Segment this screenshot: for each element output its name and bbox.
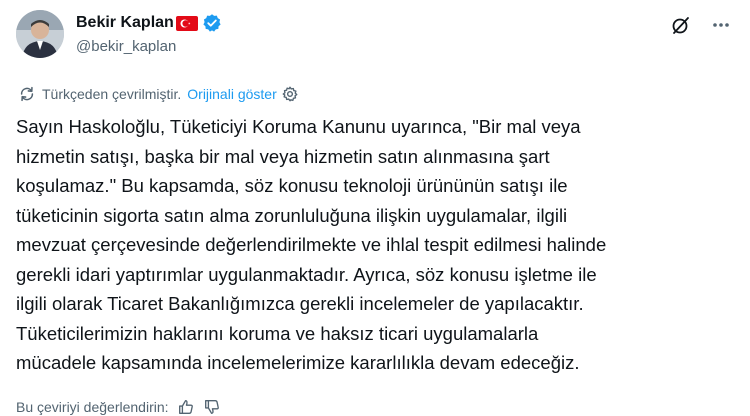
turkey-flag-icon bbox=[175, 15, 198, 31]
avatar[interactable] bbox=[16, 10, 64, 58]
avatar-image bbox=[16, 10, 64, 58]
thumbs-up-icon[interactable] bbox=[177, 398, 195, 416]
user-name[interactable]: Bekir Kaplan bbox=[76, 14, 174, 32]
translate-icon bbox=[18, 85, 36, 103]
tweet-line: gerekli idari yaptırımlar uygulanmaktadı… bbox=[16, 263, 597, 285]
tweet-text: Sayın Haskoloğlu, Tüketiciyi Koruma Kanu… bbox=[16, 112, 734, 378]
rate-translation-label: Bu çeviriyi değerlendirin: bbox=[16, 399, 169, 415]
verified-badge-icon[interactable] bbox=[202, 13, 222, 33]
thumbs-down-icon[interactable] bbox=[203, 398, 221, 416]
grok-icon[interactable] bbox=[670, 14, 692, 36]
tweet-line: koşulamaz." Bu kapsamda, söz konusu tekn… bbox=[16, 175, 568, 196]
tweet-line: mevzuat çerçevesinde değerlendirilmekte … bbox=[16, 234, 607, 255]
tweet-line: tüketicinin sigorta satın alma zorunlulu… bbox=[16, 204, 568, 226]
gear-icon[interactable] bbox=[281, 85, 299, 103]
tweet-line: Tüketicilerimizin haklarını koruma ve ha… bbox=[16, 322, 539, 344]
translation-bar: Türkçeden çevrilmiştir. Orijinali göster bbox=[18, 85, 299, 103]
tweet-line: hizmetin satışı, başka bir mal veya hizm… bbox=[16, 145, 550, 167]
tweet-line: Sayın Haskoloğlu, Tüketiciyi Koruma Kanu… bbox=[16, 116, 581, 137]
tweet-line: mücadele kapsamında incelemelerimize kar… bbox=[16, 352, 580, 373]
user-handle[interactable]: @bekir_kaplan bbox=[76, 38, 176, 55]
more-icon[interactable] bbox=[710, 14, 732, 36]
top-actions bbox=[670, 14, 732, 36]
show-original-link[interactable]: Orijinali göster bbox=[187, 86, 276, 102]
translation-label: Türkçeden çevrilmiştir. bbox=[42, 86, 182, 102]
tweet-line: ilgili olarak Ticaret Bakanlığımızca ger… bbox=[16, 293, 584, 314]
user-name-row: Bekir Kaplan bbox=[76, 13, 222, 33]
rate-translation-bar: Bu çeviriyi değerlendirin: bbox=[16, 398, 221, 416]
